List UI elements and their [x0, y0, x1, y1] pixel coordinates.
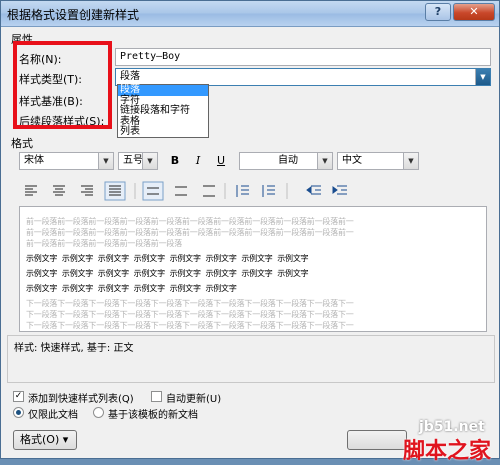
preview-prev-line: 前一段落前一段落前一段落前一段落前一段落 — [26, 239, 182, 248]
style-preview: 前一段落前一段落前一段落前一段落前一段落前一段落前一段落前一段落前一段落前一段落… — [19, 206, 487, 332]
align-left-icon[interactable] — [25, 185, 37, 196]
template-document-radio[interactable] — [93, 407, 104, 418]
preview-next-line: 下一段落下一段落下一段落下一段落下一段落下一段落下一段落下一段落下一段落下一段落… — [26, 299, 354, 308]
only-this-document-label: 仅限此文档 — [28, 410, 78, 421]
chevron-down-icon[interactable]: ▼ — [317, 153, 332, 169]
font-color-select[interactable]: 自动 ▼ — [239, 152, 333, 170]
format-section-label: 格式 — [11, 137, 33, 150]
title-bar: 根据格式设置创建新样式 ? ✕ — [1, 1, 499, 27]
bold-button[interactable]: B — [165, 152, 185, 170]
style-description: 样式: 快速样式, 基于: 正文 — [7, 335, 495, 383]
auto-update-checkbox[interactable] — [151, 391, 162, 402]
name-field[interactable]: Pretty—Boy — [115, 48, 491, 66]
ok-button[interactable] — [347, 430, 407, 450]
only-this-document-radio[interactable] — [13, 407, 24, 418]
justify-active-bg — [104, 181, 126, 201]
preview-sample-line: 示例文字 示例文字 示例文字 示例文字 示例文字 示例文字 示例文字 示例文字 — [26, 269, 309, 278]
size-value: 五号 — [123, 155, 143, 166]
increase-spacing-before-icon[interactable] — [236, 185, 249, 197]
double-spacing-icon[interactable] — [203, 185, 215, 197]
add-quick-style-label: 添加到快速样式列表(Q) — [28, 394, 134, 405]
italic-button[interactable]: I — [188, 152, 208, 170]
chevron-down-icon[interactable]: ▼ — [403, 153, 418, 169]
preview-next-line: 下一段落下一段落下一段落下一段落下一段落下一段落下一段落下一段落下一段落下一段落… — [26, 310, 354, 319]
script-value: 中文 — [342, 155, 362, 166]
script-select[interactable]: 中文 ▼ — [337, 152, 419, 170]
preview-sample-line: 示例文字 示例文字 示例文字 示例文字 示例文字 示例文字 示例文字 示例文字 — [26, 254, 309, 263]
style-type-value: 段落 — [120, 71, 140, 82]
highlight-annotation — [13, 41, 112, 129]
chevron-down-icon[interactable]: ▼ — [475, 69, 490, 85]
add-quick-style-checkbox[interactable]: ✓ — [13, 391, 24, 402]
window-title: 根据格式设置创建新样式 — [7, 8, 140, 22]
dropdown-option[interactable]: 链接段落和字符 — [118, 106, 208, 117]
font-select[interactable]: 宋体 ▼ — [19, 152, 114, 170]
dropdown-option[interactable]: 段落 — [118, 85, 208, 96]
size-select[interactable]: 五号 ▼ — [118, 152, 158, 170]
auto-update-label: 自动更新(U) — [166, 394, 222, 405]
watermark-brand: 脚本之家 — [403, 439, 492, 464]
decrease-indent-icon[interactable] — [306, 185, 321, 195]
increase-indent-icon[interactable] — [332, 185, 347, 195]
close-button[interactable]: ✕ — [453, 3, 495, 21]
single-spacing-active-bg — [142, 181, 164, 201]
template-document-label: 基于该模板的新文档 — [108, 410, 198, 421]
underline-button[interactable]: U — [211, 152, 231, 170]
align-center-icon[interactable] — [53, 185, 65, 196]
font-value: 宋体 — [24, 155, 44, 166]
preview-next-line: 下一段落下一段落下一段落下一段落下一段落下一段落下一段落下一段落下一段落下一段落… — [26, 321, 354, 330]
align-right-icon[interactable] — [81, 185, 93, 196]
chevron-down-icon[interactable]: ▼ — [98, 153, 113, 169]
dialog-window: 根据格式设置创建新样式 ? ✕ 属性 名称(N): Pretty—Boy 样式类… — [0, 0, 500, 464]
help-button[interactable]: ? — [425, 3, 451, 21]
decrease-spacing-icon[interactable] — [262, 185, 275, 197]
format-menu-button[interactable]: 格式(O) ▾ — [13, 430, 77, 450]
style-type-dropdown-list[interactable]: 段落 字符 链接段落和字符 表格 列表 — [117, 84, 209, 138]
one-half-spacing-icon[interactable] — [175, 186, 187, 196]
font-color-value: 自动 — [278, 155, 298, 166]
preview-sample-line: 示例文字 示例文字 示例文字 示例文字 示例文字 示例文字 — [26, 284, 237, 293]
preview-prev-line: 前一段落前一段落前一段落前一段落前一段落前一段落前一段落前一段落前一段落前一段落… — [26, 217, 354, 226]
chevron-down-icon[interactable]: ▼ — [142, 153, 157, 169]
dropdown-option[interactable]: 列表 — [118, 127, 208, 138]
paragraph-toolbar — [25, 181, 347, 201]
preview-prev-line: 前一段落前一段落前一段落前一段落前一段落前一段落前一段落前一段落前一段落前一段落… — [26, 228, 354, 237]
